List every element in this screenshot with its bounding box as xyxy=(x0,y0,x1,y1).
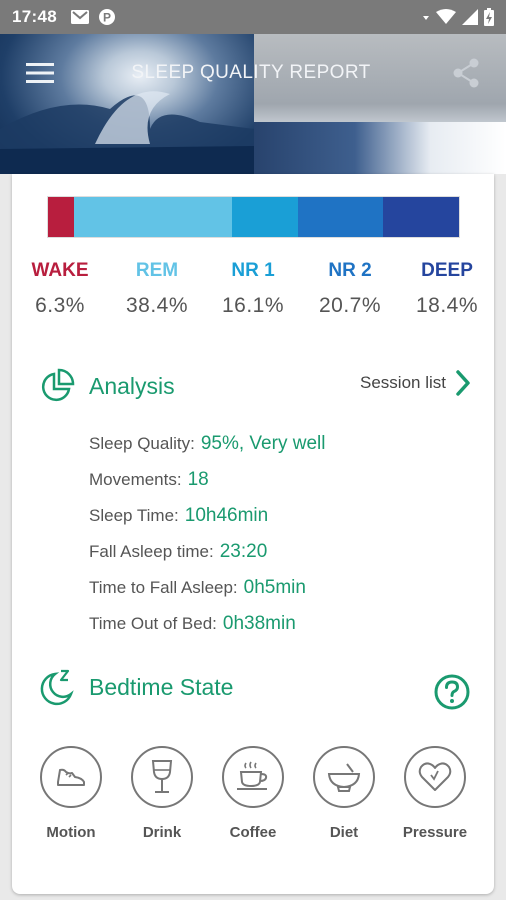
bedtime-state-button[interactable] xyxy=(40,746,102,808)
bedtime-state-motion[interactable]: Motion xyxy=(26,746,116,841)
svg-text:P: P xyxy=(103,11,111,25)
stage-name: NR 1 xyxy=(231,260,275,281)
stage-percent: 18.4% xyxy=(415,294,479,317)
share-icon xyxy=(453,58,479,88)
bedtime-state-diet[interactable]: Diet xyxy=(299,746,389,841)
analysis-row: Time Out of Bed: 0h38min xyxy=(89,606,325,642)
bedtime-state-pressure[interactable]: Pressure xyxy=(390,746,480,841)
bedtime-state-coffee[interactable]: Coffee xyxy=(208,746,298,841)
help-icon xyxy=(434,674,470,710)
stage-segment-nr-1 xyxy=(231,197,299,237)
session-list-label: Session list xyxy=(360,373,446,392)
analysis-heading: Analysis xyxy=(39,368,175,404)
bedtime-state-button[interactable] xyxy=(404,746,466,808)
stage-segment-deep xyxy=(383,197,459,237)
stage-percent: 16.1% xyxy=(221,294,285,317)
cellular-icon xyxy=(462,9,478,25)
analysis-row-value: 23:20 xyxy=(219,541,268,562)
bedtime-state-button[interactable] xyxy=(222,746,284,808)
gmail-icon xyxy=(70,10,89,24)
battery-icon xyxy=(484,8,494,26)
shoe-icon xyxy=(57,768,85,786)
analysis-row-label: Time to Fall Asleep: xyxy=(89,578,238,597)
stage-name: NR 2 xyxy=(328,260,372,281)
bedtime-state-list: Motion Drink Coffee Diet Pressure xyxy=(12,746,494,856)
analysis-row-label: Movements: xyxy=(89,470,182,489)
stage-segment-nr-2 xyxy=(298,197,384,237)
coffee-cup-icon xyxy=(237,761,268,790)
analysis-row: Fall Asleep time: 23:20 xyxy=(89,534,325,570)
bedtime-state-label: Diet xyxy=(329,824,359,841)
bedtime-title: Bedtime State xyxy=(89,673,234,700)
analysis-row: Sleep Quality: 95%, Very well xyxy=(89,426,325,462)
share-button[interactable] xyxy=(426,34,506,112)
analysis-row-value: 95%, Very well xyxy=(200,433,326,454)
analysis-row-label: Time Out of Bed: xyxy=(89,614,217,633)
status-time: 17:48 xyxy=(12,7,57,26)
hamburger-icon xyxy=(26,63,54,83)
analysis-list: Sleep Quality: 95%, Very well Movements: 18… xyxy=(89,426,325,642)
stage-segment-wake xyxy=(48,197,74,237)
help-button[interactable] xyxy=(434,674,470,715)
moon-sleep-icon xyxy=(40,669,74,706)
stage-legend-item: DEEP 18.4% xyxy=(399,260,495,318)
bedtime-state-drink[interactable]: Drink xyxy=(117,746,207,841)
page-title: SLEEP QUALITY REPORT xyxy=(131,62,371,83)
sleep-stage-bar xyxy=(47,196,460,238)
analysis-row: Movements: 18 xyxy=(89,462,325,498)
bedtime-state-label: Pressure xyxy=(402,824,468,841)
bedtime-heading: Bedtime State xyxy=(39,668,233,706)
analysis-row-value: 0h5min xyxy=(243,577,306,598)
stage-legend-item: REM 38.4% xyxy=(109,260,205,318)
bedtime-state-button[interactable] xyxy=(131,746,193,808)
analysis-row: Sleep Time: 10h46min xyxy=(89,498,325,534)
analysis-row-label: Fall Asleep time: xyxy=(89,542,214,561)
analysis-row-label: Sleep Quality: xyxy=(89,434,195,453)
report-card: WAKE 6.3% REM 38.4% NR 1 16.1% NR 2 20.7% DEEP 18… xyxy=(12,174,494,894)
pie-chart-icon xyxy=(41,368,75,402)
session-list-link[interactable]: Session list xyxy=(360,370,470,396)
signal-dot-icon xyxy=(423,16,429,20)
header-banner: SLEEP QUALITY REPORT xyxy=(0,34,506,174)
stage-name: DEEP xyxy=(421,260,473,281)
bedtime-state-label: Coffee xyxy=(229,824,277,841)
stage-percent: 20.7% xyxy=(318,294,382,317)
analysis-title: Analysis xyxy=(89,372,175,399)
heart-icon xyxy=(418,762,452,791)
sleep-stage-legend: WAKE 6.3% REM 38.4% NR 1 16.1% NR 2 20.7% DEEP 18… xyxy=(12,260,494,330)
wifi-icon xyxy=(436,9,456,24)
analysis-row: Time to Fall Asleep: 0h5min xyxy=(89,570,325,606)
stage-segment-rem xyxy=(73,197,232,237)
status-bar: 17:48 P xyxy=(0,0,506,34)
parking-icon: P xyxy=(98,9,115,25)
stage-legend-item: NR 2 20.7% xyxy=(302,260,398,318)
bed-sheets xyxy=(254,122,506,174)
stage-name: REM xyxy=(135,260,179,281)
stage-percent: 6.3% xyxy=(35,294,85,317)
analysis-row-value: 18 xyxy=(187,469,209,490)
bowl-icon xyxy=(327,763,361,792)
analysis-row-label: Sleep Time: xyxy=(89,506,179,525)
bedtime-state-label: Drink xyxy=(142,824,182,841)
bedtime-state-label: Motion xyxy=(46,824,96,841)
bedtime-state-button[interactable] xyxy=(313,746,375,808)
wine-glass-icon xyxy=(151,760,173,793)
analysis-row-value: 0h38min xyxy=(222,613,296,634)
analysis-row-value: 10h46min xyxy=(184,505,269,526)
stage-legend-item: NR 1 16.1% xyxy=(205,260,301,318)
stage-percent: 38.4% xyxy=(125,294,189,317)
menu-button[interactable] xyxy=(0,34,80,112)
chevron-right-icon xyxy=(456,370,470,396)
stage-name: WAKE xyxy=(31,260,89,281)
stage-legend-item: WAKE 6.3% xyxy=(12,260,108,318)
